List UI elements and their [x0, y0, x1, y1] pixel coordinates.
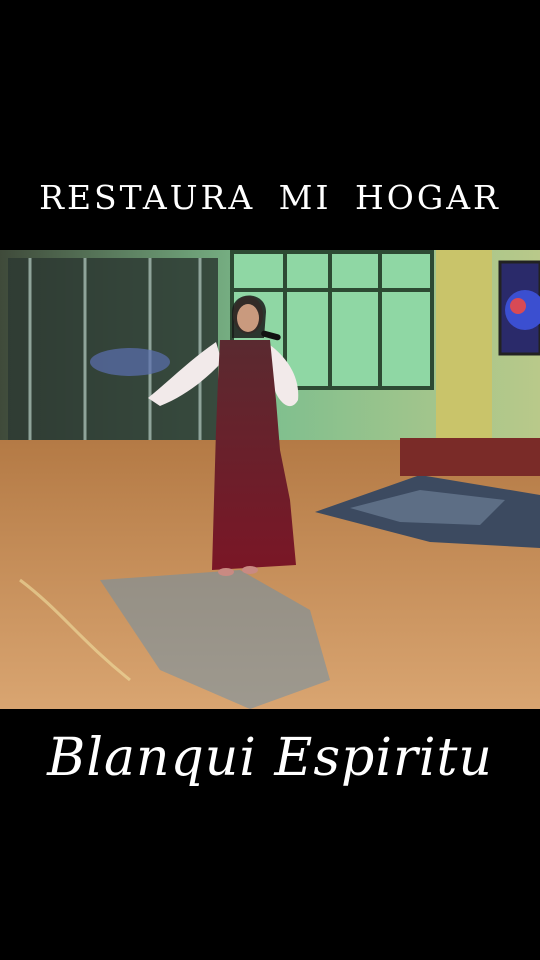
glass-booth [8, 258, 220, 456]
stage-scene [0, 250, 540, 709]
platform [400, 438, 540, 476]
song-title: RESTAURA MI HOGAR [39, 178, 501, 217]
pillar [436, 250, 492, 450]
video-frame [0, 250, 540, 709]
artist-signature: Blanqui Espiritu [47, 728, 493, 788]
